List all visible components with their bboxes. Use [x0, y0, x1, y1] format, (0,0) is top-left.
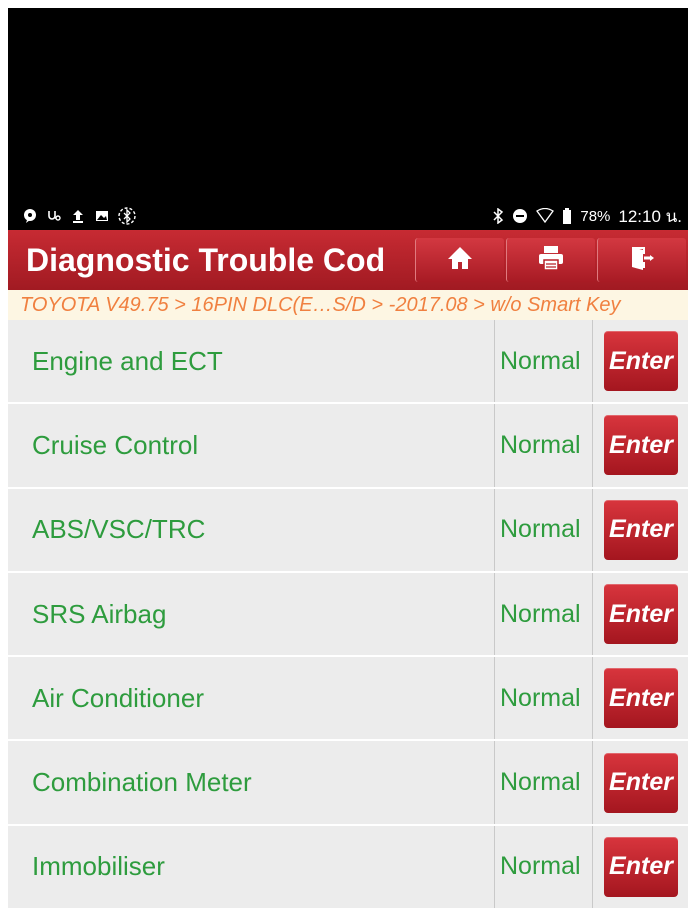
- enter-button[interactable]: Enter: [604, 499, 678, 560]
- system-status: Normal: [500, 683, 581, 712]
- exit-icon: [629, 245, 655, 276]
- system-status: Normal: [500, 430, 581, 459]
- system-status: Normal: [500, 768, 581, 797]
- column-divider: [494, 488, 495, 571]
- system-name: SRS Airbag: [32, 598, 167, 629]
- upload-icon: [70, 208, 86, 224]
- enter-button[interactable]: Enter: [604, 584, 678, 645]
- column-divider: [592, 741, 593, 824]
- enter-button[interactable]: Enter: [604, 668, 678, 729]
- image-icon: [94, 208, 110, 224]
- system-row-cruise: Cruise Control Normal Enter: [8, 404, 688, 489]
- black-top-area: [8, 8, 688, 202]
- enter-button[interactable]: Enter: [604, 836, 678, 897]
- system-name: Combination Meter: [32, 767, 252, 798]
- status-left-icons: [22, 207, 136, 225]
- column-divider: [592, 825, 593, 909]
- exit-button[interactable]: [597, 238, 686, 282]
- usb-debug-icon: [46, 208, 62, 224]
- bluetooth-icon: [492, 208, 504, 224]
- system-row-engine: Engine and ECT Normal Enter: [8, 320, 688, 405]
- message-icon: [22, 208, 38, 224]
- home-button[interactable]: [415, 238, 505, 282]
- column-divider: [494, 404, 495, 487]
- column-divider: [494, 825, 495, 909]
- enter-button[interactable]: Enter: [604, 331, 678, 392]
- dnd-icon: [512, 208, 528, 224]
- wifi-icon: [536, 208, 555, 224]
- system-status: Normal: [500, 346, 581, 375]
- system-list: Engine and ECT Normal Enter Cruise Contr…: [8, 320, 688, 910]
- column-divider: [494, 572, 495, 656]
- print-button[interactable]: [506, 238, 596, 282]
- system-name: ABS/VSC/TRC: [32, 514, 206, 545]
- system-row-srs: SRS Airbag Normal Enter: [8, 572, 688, 658]
- system-status: Normal: [500, 515, 581, 544]
- column-divider: [592, 320, 593, 403]
- battery-icon: [562, 208, 572, 224]
- column-divider: [592, 404, 593, 487]
- status-right-icons: 78% 12:10 น.: [492, 203, 682, 230]
- system-status: Normal: [500, 852, 581, 881]
- title-bar: Diagnostic Trouble Cod: [8, 230, 688, 290]
- column-divider: [592, 488, 593, 571]
- column-divider: [592, 572, 593, 656]
- status-bar: 78% 12:10 น.: [8, 202, 688, 230]
- system-name: Engine and ECT: [32, 345, 223, 376]
- column-divider: [592, 657, 593, 740]
- column-divider: [494, 741, 495, 824]
- system-row-meter: Combination Meter Normal Enter: [8, 741, 688, 826]
- battery-percent: 78%: [580, 207, 611, 225]
- column-divider: [494, 657, 495, 740]
- home-icon: [447, 246, 473, 275]
- enter-button[interactable]: Enter: [604, 752, 678, 813]
- system-name: Immobiliser: [32, 851, 165, 882]
- column-divider: [494, 320, 495, 403]
- print-icon: [537, 245, 565, 276]
- bluetooth-scan-icon: [118, 207, 136, 225]
- system-row-aircon: Air Conditioner Normal Enter: [8, 657, 688, 742]
- page-title: Diagnostic Trouble Cod: [26, 241, 386, 278]
- system-row-immobiliser: Immobiliser Normal Enter: [8, 825, 688, 910]
- clock: 12:10 น.: [618, 206, 682, 226]
- breadcrumb: TOYOTA V49.75 > 16PIN DLC(E…S/D > -2017.…: [8, 290, 688, 320]
- enter-button[interactable]: Enter: [604, 415, 678, 476]
- system-name: Air Conditioner: [32, 682, 204, 713]
- system-status: Normal: [500, 599, 581, 628]
- system-row-abs: ABS/VSC/TRC Normal Enter: [8, 488, 688, 573]
- system-name: Cruise Control: [32, 429, 199, 460]
